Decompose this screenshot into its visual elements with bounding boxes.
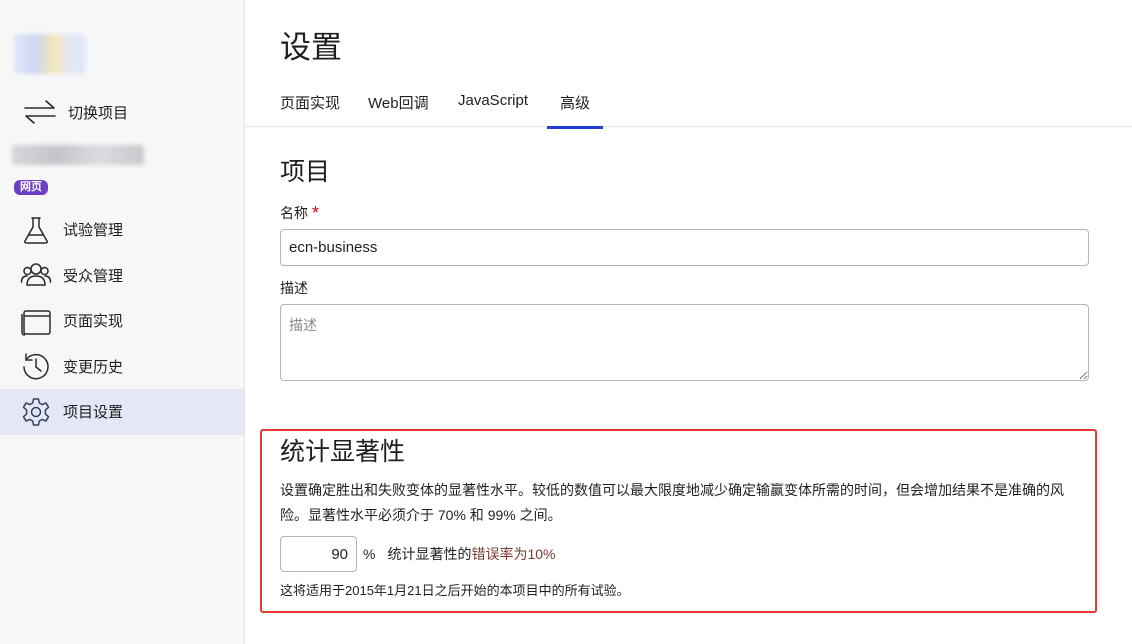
project-type-badge: 网页	[14, 180, 48, 195]
main-content: 设置 页面实现 Web回调 JavaScript 高级 项目 名称* 描述 统计…	[245, 0, 1132, 644]
settings-tabs: 页面实现 Web回调 JavaScript 高级	[245, 92, 1132, 129]
required-mark: *	[312, 203, 320, 223]
sidebar-item-experiments[interactable]: 试验管理	[0, 207, 244, 253]
sidebar-item-label: 受众管理	[63, 267, 124, 285]
tab-javascript[interactable]: JavaScript	[458, 92, 528, 127]
app-logo	[14, 34, 86, 74]
browser-window-icon	[21, 310, 51, 336]
project-name	[12, 145, 144, 165]
gear-icon	[22, 398, 50, 426]
sidebar-nav: 试验管理 受众管理 页面实现 变更历史 项目设置	[0, 207, 244, 435]
significance-note: 这将适用于2015年1月21日之后开始的本项目中的所有试验。	[280, 583, 630, 598]
percent-sign: %	[363, 546, 376, 562]
switch-project-button[interactable]: 切换项目	[22, 98, 128, 126]
significance-level-input[interactable]	[280, 536, 357, 572]
audience-icon	[20, 263, 52, 286]
sidebar-item-label: 变更历史	[63, 358, 124, 376]
sidebar-item-label: 试验管理	[63, 222, 124, 240]
tab-advanced[interactable]: 高级	[546, 92, 604, 129]
sidebar-item-project-settings[interactable]: 项目设置	[0, 389, 244, 435]
sidebar-item-label: 页面实现	[63, 313, 124, 331]
sidebar-item-implementation[interactable]: 页面实现	[0, 298, 244, 344]
sidebar: 切换项目 网页 试验管理 受众管理 页面实现 变更历史 项目设置	[0, 0, 245, 644]
swap-arrows-icon	[24, 100, 56, 124]
significance-section-title: 统计显著性	[280, 438, 406, 466]
flask-icon	[24, 217, 48, 244]
significance-description: 设置确定胜出和失败变体的显著性水平。较低的数值可以最大限度地减少确定输赢变体所需…	[280, 482, 1064, 523]
project-description-textarea[interactable]	[280, 304, 1089, 381]
history-icon	[23, 353, 49, 380]
project-section-title: 项目	[280, 158, 331, 186]
name-field-label: 名称 *	[280, 202, 319, 223]
sidebar-item-audiences[interactable]: 受众管理	[0, 253, 244, 299]
error-rate-text: 错误率为10%	[471, 546, 556, 562]
description-field-label: 描述	[280, 280, 308, 296]
switch-project-label: 切换项目	[68, 104, 129, 122]
name-label-text: 名称	[280, 205, 308, 221]
project-name-input[interactable]	[280, 229, 1089, 266]
page-title: 设置	[280, 30, 342, 65]
tab-page-implementation[interactable]: 页面实现	[280, 92, 340, 127]
sidebar-item-label: 项目设置	[63, 404, 124, 422]
error-prefix: 统计显著性的	[387, 546, 472, 562]
tab-webhooks[interactable]: Web回调	[368, 92, 429, 127]
sidebar-item-history[interactable]: 变更历史	[0, 344, 244, 390]
significance-error-line: % 统计显著性的错误率为10%	[363, 544, 555, 564]
